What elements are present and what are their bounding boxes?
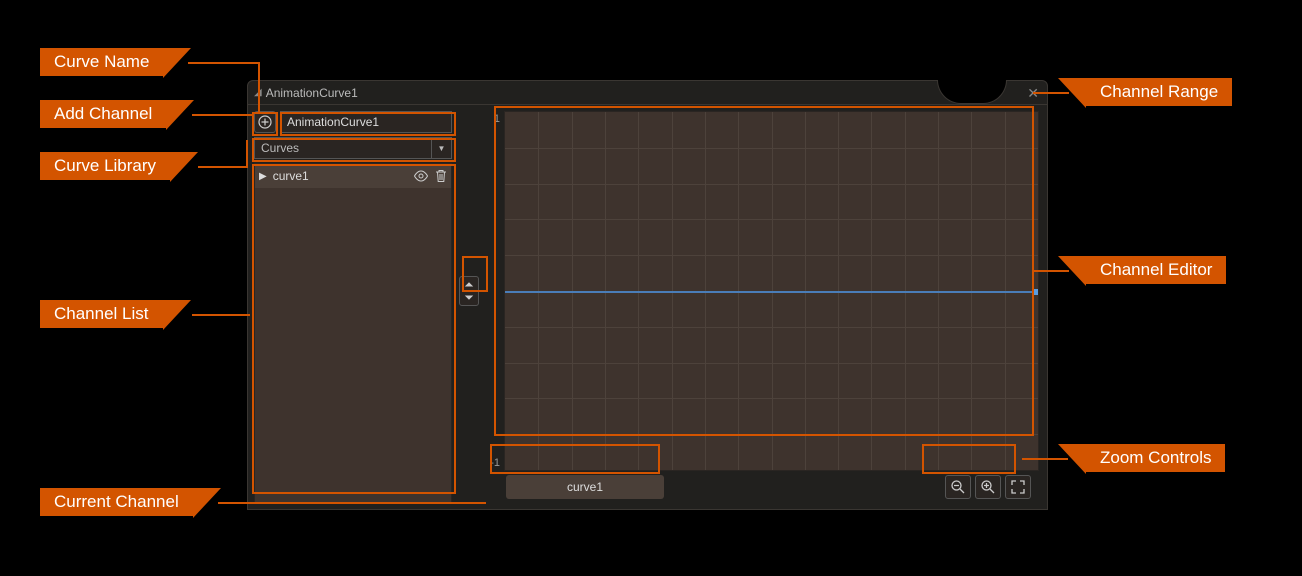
add-channel-button[interactable] <box>254 111 276 133</box>
zoom-in-icon <box>980 479 996 495</box>
zoom-out-button[interactable] <box>945 475 971 499</box>
y-axis-labels: 1 -1 <box>480 111 504 471</box>
eye-icon[interactable] <box>413 170 429 182</box>
label-channel-list: Channel List <box>40 300 163 328</box>
titlebar: ◢ AnimationCurve1 ✕ <box>248 81 1047 105</box>
curve-library-dropdown[interactable]: Curves ▼ <box>254 137 452 159</box>
channel-item[interactable]: ▶ curve1 <box>255 164 451 188</box>
current-channel-button[interactable]: curve1 <box>506 475 664 499</box>
expand-vertical-icon <box>463 282 475 300</box>
window-title: AnimationCurve1 <box>266 86 358 100</box>
label-add-channel: Add Channel <box>40 100 166 128</box>
channel-list[interactable]: ▶ curve1 <box>254 163 452 503</box>
channel-editor-graph[interactable] <box>504 111 1039 471</box>
zoom-in-button[interactable] <box>975 475 1001 499</box>
zoom-out-icon <box>950 479 966 495</box>
curve-name-input[interactable] <box>280 111 452 133</box>
current-channel-label: curve1 <box>567 480 603 494</box>
label-channel-editor: Channel Editor <box>1086 256 1226 284</box>
curve-keyframe[interactable] <box>1033 289 1039 295</box>
sidebar: Curves ▼ ▶ curve1 <box>248 105 458 509</box>
curve-line[interactable] <box>505 291 1038 293</box>
expand-icon[interactable]: ▶ <box>259 171 267 182</box>
dropdown-selected: Curves <box>261 141 299 155</box>
label-channel-range: Channel Range <box>1086 78 1232 106</box>
label-curve-name: Curve Name <box>40 48 163 76</box>
trash-icon[interactable] <box>435 169 447 183</box>
titlebar-notch <box>937 80 1007 104</box>
y-max-label: 1 <box>494 113 500 125</box>
label-curve-library: Curve Library <box>40 152 170 180</box>
y-min-label: -1 <box>490 457 500 469</box>
label-current-channel: Current Channel <box>40 488 193 516</box>
curve-editor-window: ◢ AnimationCurve1 ✕ Curves ▼ ▶ curve <box>247 80 1048 510</box>
chevron-down-icon[interactable]: ▼ <box>431 138 451 158</box>
label-zoom-controls: Zoom Controls <box>1086 444 1225 472</box>
channel-item-label: curve1 <box>273 169 309 183</box>
channel-range-button[interactable] <box>459 276 479 306</box>
zoom-fit-button[interactable] <box>1005 475 1031 499</box>
plus-circle-icon <box>258 115 272 129</box>
fullscreen-icon <box>1010 479 1026 495</box>
